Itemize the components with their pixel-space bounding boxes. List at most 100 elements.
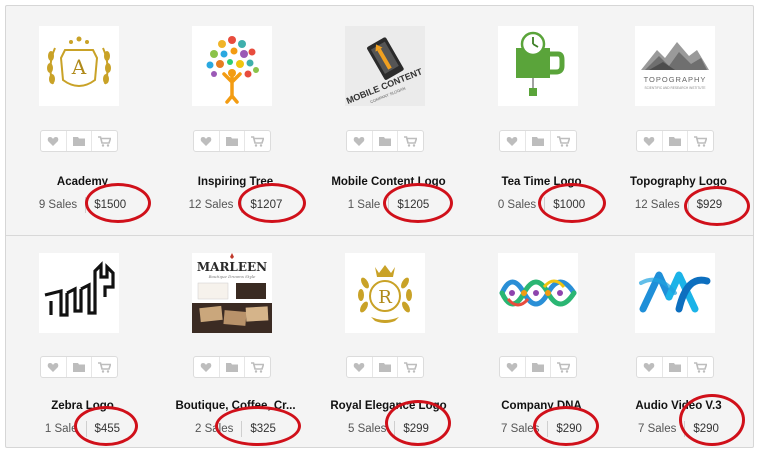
card-actions — [40, 356, 118, 378]
company-dna-logo-icon[interactable] — [498, 253, 578, 333]
cart-icon — [557, 361, 571, 373]
audio-video-logo-icon[interactable] — [635, 253, 715, 333]
mobile-content-logo-icon[interactable]: MOBILE CONTENT COMPANY SLOGAN — [345, 26, 425, 106]
favorite-button[interactable] — [347, 131, 373, 151]
product-title[interactable]: Topography Logo — [602, 176, 753, 188]
thumb-monogram-text: R — [378, 287, 392, 308]
heart-icon — [354, 136, 365, 146]
heart-icon — [644, 136, 655, 146]
product-title[interactable]: Academy — [6, 176, 159, 188]
cart-icon — [98, 361, 112, 373]
product-title[interactable]: Company DNA — [465, 400, 618, 412]
product-price: $455 — [94, 423, 121, 435]
add-to-folder-button[interactable] — [526, 357, 552, 377]
add-to-folder-button[interactable] — [663, 131, 689, 151]
add-to-cart-button[interactable] — [688, 131, 713, 151]
thumb-brand-text: MARLEEN — [197, 260, 267, 274]
sales-count: 7 Sales — [501, 421, 549, 437]
favorite-button[interactable] — [637, 131, 663, 151]
add-to-cart-button[interactable] — [398, 357, 423, 377]
topography-logo-icon[interactable]: TOPOGRAPHY SCIENTIFIC AND RESEARCH INSTI… — [635, 26, 715, 106]
product-card[interactable]: MARLEEN Boutique Dreams Style Boutique, … — [159, 236, 312, 447]
cart-icon — [557, 135, 571, 147]
add-to-cart-button[interactable] — [551, 131, 576, 151]
product-price: $299 — [403, 423, 429, 435]
cart-icon — [98, 135, 112, 147]
royal-elegance-logo-icon[interactable]: R — [345, 253, 425, 333]
favorite-button[interactable] — [194, 357, 220, 377]
card-actions — [193, 130, 271, 152]
product-price: $929 — [696, 199, 723, 211]
cart-icon — [251, 361, 265, 373]
product-meta: 2 Sales $325 — [159, 420, 312, 438]
cart-icon — [404, 361, 418, 373]
product-card[interactable]: TOPOGRAPHY SCIENTIFIC AND RESEARCH INSTI… — [602, 6, 753, 226]
card-actions — [40, 130, 118, 152]
favorite-button[interactable] — [41, 131, 67, 151]
card-actions — [499, 356, 577, 378]
add-to-cart-button[interactable] — [398, 131, 423, 151]
add-to-cart-button[interactable] — [92, 131, 117, 151]
add-to-folder-button[interactable] — [663, 357, 689, 377]
heart-icon — [201, 362, 212, 372]
add-to-folder-button[interactable] — [373, 357, 399, 377]
product-title[interactable]: Boutique, Coffee, Cr... — [159, 400, 312, 412]
product-card[interactable]: Inspiring Tree 12 Sales $1207 — [159, 6, 312, 223]
sales-count: 7 Sales — [638, 421, 686, 437]
favorite-button[interactable] — [500, 357, 526, 377]
sales-count: 9 Sales — [39, 197, 87, 213]
tea-time-logo-icon[interactable] — [498, 26, 578, 106]
add-to-folder-button[interactable] — [220, 131, 246, 151]
cart-icon — [694, 361, 708, 373]
sales-count: 12 Sales — [189, 197, 243, 213]
folder-icon — [378, 363, 391, 372]
product-card[interactable]: A Academy 9 Sales $1500 — [6, 6, 159, 223]
add-to-cart-button[interactable] — [245, 357, 270, 377]
add-to-folder-button[interactable] — [67, 357, 93, 377]
product-title[interactable]: Inspiring Tree — [159, 176, 312, 188]
product-card[interactable]: Company DNA 7 Sales $290 — [465, 236, 618, 447]
product-title[interactable]: Royal Elegance Logo — [312, 400, 465, 412]
add-to-cart-button[interactable] — [688, 357, 713, 377]
add-to-folder-button[interactable] — [67, 131, 93, 151]
heart-icon — [354, 362, 365, 372]
product-meta: 0 Sales $1000 — [465, 196, 618, 214]
card-actions — [636, 130, 714, 152]
favorite-button[interactable] — [41, 357, 67, 377]
add-to-cart-button[interactable] — [92, 357, 117, 377]
product-title[interactable]: Tea Time Logo — [465, 176, 618, 188]
add-to-cart-button[interactable] — [245, 131, 270, 151]
product-meta: 12 Sales $1207 — [159, 196, 312, 214]
sales-count: 0 Sales — [498, 197, 546, 213]
marleen-logo-icon[interactable]: MARLEEN Boutique Dreams Style — [192, 253, 272, 333]
inspiring-tree-logo-icon[interactable] — [192, 26, 272, 106]
product-title[interactable]: Zebra Logo — [6, 400, 159, 412]
product-card[interactable]: MOBILE CONTENT COMPANY SLOGAN Mobile Con… — [312, 6, 465, 223]
product-title[interactable]: Audio Video V.3 — [602, 400, 753, 412]
sales-count: 12 Sales — [635, 197, 689, 213]
card-actions — [499, 130, 577, 152]
add-to-folder-button[interactable] — [220, 357, 246, 377]
card-actions — [346, 130, 424, 152]
product-meta: 1 Sale $1205 — [312, 196, 465, 214]
card-actions — [193, 356, 271, 378]
favorite-button[interactable] — [194, 131, 220, 151]
add-to-folder-button[interactable] — [526, 131, 552, 151]
product-card[interactable]: Tea Time Logo 0 Sales $1000 — [465, 6, 618, 223]
add-to-folder-button[interactable] — [373, 131, 399, 151]
academy-logo-icon[interactable]: A — [39, 26, 119, 106]
folder-icon — [225, 363, 238, 372]
zebra-logo-icon[interactable] — [39, 253, 119, 333]
favorite-button[interactable] — [500, 131, 526, 151]
cart-icon — [251, 135, 265, 147]
heart-icon — [48, 136, 59, 146]
favorite-button[interactable] — [347, 357, 373, 377]
product-card[interactable]: R Royal Elegance Logo 5 Sales $299 — [312, 236, 465, 447]
favorite-button[interactable] — [637, 357, 663, 377]
product-card[interactable]: Zebra Logo 1 Sale $455 — [6, 236, 159, 447]
add-to-cart-button[interactable] — [551, 357, 576, 377]
product-meta: 7 Sales $290 — [465, 420, 618, 438]
product-card[interactable]: Audio Video V.3 7 Sales $290 — [602, 236, 753, 447]
product-title[interactable]: Mobile Content Logo — [312, 176, 465, 188]
product-meta: 12 Sales $929 — [602, 196, 753, 214]
